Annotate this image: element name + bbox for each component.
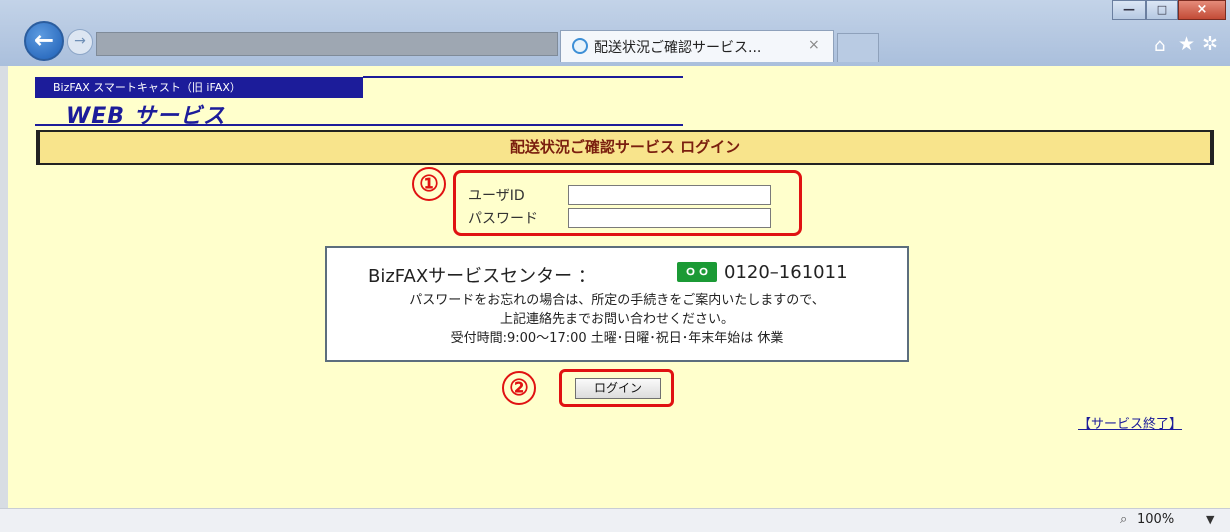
gear-icon[interactable]: ✲ bbox=[1202, 33, 1218, 55]
brand-underline bbox=[35, 124, 683, 126]
free-dial-icon: ｏｏ bbox=[677, 262, 717, 282]
info-text-line: 上記連絡先までお問い合わせください。 bbox=[499, 312, 734, 327]
address-bar[interactable] bbox=[96, 32, 558, 56]
forward-button[interactable]: → bbox=[67, 29, 93, 55]
service-center-name: BizFAXサービスセンター ： bbox=[368, 266, 596, 287]
user-id-input[interactable] bbox=[568, 185, 771, 205]
login-button[interactable]: ログイン bbox=[575, 378, 661, 399]
zoom-dropdown-icon[interactable]: ▼ bbox=[1206, 513, 1214, 526]
service-center-phone: 0120–161011 bbox=[724, 262, 848, 283]
ie-icon bbox=[572, 38, 588, 54]
user-id-label: ユーザID bbox=[468, 188, 525, 204]
back-button[interactable]: ← bbox=[24, 21, 64, 61]
annotation-number-2: ② bbox=[502, 371, 536, 405]
tab-close-icon[interactable]: × bbox=[808, 37, 820, 53]
brand-header: BizFAX スマートキャスト（旧 iFAX） bbox=[35, 77, 363, 98]
brand-divider bbox=[363, 76, 683, 78]
zoom-level[interactable]: 100% bbox=[1137, 512, 1174, 527]
page-title: 配送状況ご確認サービス ログイン bbox=[509, 138, 741, 156]
maximize-button[interactable]: □ bbox=[1146, 0, 1178, 20]
forward-arrow-icon: → bbox=[74, 33, 86, 49]
tab-title: 配送状況ご確認サービス... bbox=[594, 40, 762, 56]
favorites-star-icon[interactable]: ★ bbox=[1178, 33, 1195, 55]
password-input[interactable] bbox=[568, 208, 771, 228]
annotation-number-1: ① bbox=[412, 167, 446, 201]
minimize-button[interactable]: — bbox=[1112, 0, 1146, 20]
status-bar bbox=[0, 508, 1230, 532]
business-hours-text: 受付時間:9:00～17:00 土曜･日曜･祝日･年末年始は 休業 bbox=[450, 331, 784, 346]
end-service-link[interactable]: 【サービス終了】 bbox=[1078, 413, 1182, 432]
home-icon[interactable]: ⌂ bbox=[1154, 35, 1165, 56]
back-arrow-icon: ← bbox=[33, 26, 55, 54]
window-left-edge bbox=[0, 66, 8, 532]
zoom-icon[interactable]: ⌕ bbox=[1120, 512, 1127, 527]
info-text-line: パスワードをお忘れの場合は、所定の手続きをご案内いたしますので、 bbox=[409, 293, 825, 308]
close-window-button[interactable]: × bbox=[1178, 0, 1226, 20]
new-tab-button[interactable] bbox=[837, 33, 879, 62]
password-label: パスワード bbox=[468, 211, 538, 227]
